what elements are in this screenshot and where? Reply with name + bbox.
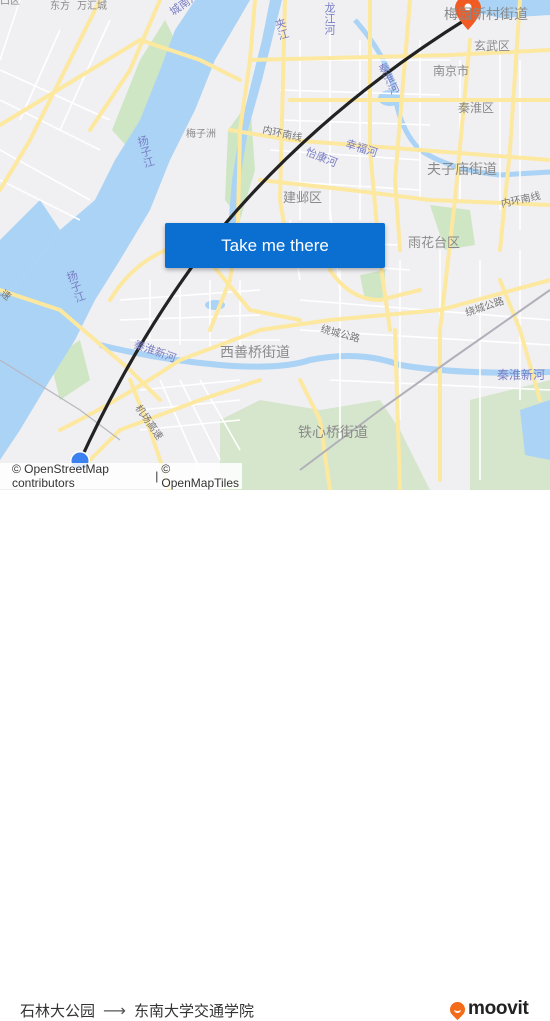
- map-label-district: 建邺区: [283, 191, 323, 206]
- moovit-wordmark: moovit: [468, 998, 529, 1019]
- origin-name: 石林大公园: [20, 1002, 96, 1020]
- moovit-pin-icon: [446, 998, 469, 1020]
- take-me-there-button[interactable]: Take me there: [165, 223, 385, 268]
- map-attribution: © OpenStreetMap contributors | © OpenMap…: [0, 462, 242, 490]
- arrow-right-icon: ⟶: [103, 1001, 126, 1020]
- map-label-poi: 东方: [50, 1, 70, 12]
- map-label-poi: 万汇城: [77, 1, 107, 12]
- map-label-subdistrict: 铁心桥街道: [298, 425, 368, 441]
- map-label-river: 秦淮新河: [497, 368, 546, 382]
- map-label-island: 梅子洲: [186, 129, 216, 140]
- map-view[interactable]: 口区 东方 万汇城 城南河 夹江 龙江河 梅园新村街道 玄武区 南京市 秦淮区 …: [0, 0, 550, 490]
- map-label-district: 玄武区: [474, 39, 511, 53]
- trip-summary: 石林大公园 ⟶ 东南大学交通学院: [20, 1000, 254, 1021]
- map-label-district: 秦淮区: [458, 101, 495, 115]
- map-label-city: 南京市: [433, 64, 470, 78]
- footer-bar: 石林大公园 ⟶ 东南大学交通学院 moovit: [0, 490, 550, 1020]
- map-label-subdistrict: 梅园新村街道: [444, 7, 528, 23]
- moovit-logo[interactable]: moovit: [446, 998, 529, 1020]
- map-label-district: 口区: [0, 0, 20, 7]
- map-label-district: 雨花台区: [408, 236, 461, 251]
- destination-name: 东南大学交通学院: [133, 1002, 254, 1020]
- jiajiang-channel: [228, 0, 282, 230]
- map-label-subdistrict: 西善桥街道: [220, 345, 290, 361]
- map-label-river: 龙江河: [323, 2, 336, 35]
- osm-attribution-link[interactable]: © OpenStreetMap contributors: [12, 462, 152, 490]
- map-label-subdistrict: 夫子庙街道: [427, 162, 497, 178]
- omt-attribution-link[interactable]: © OpenMapTiles: [161, 462, 239, 490]
- attribution-separator: |: [155, 469, 159, 483]
